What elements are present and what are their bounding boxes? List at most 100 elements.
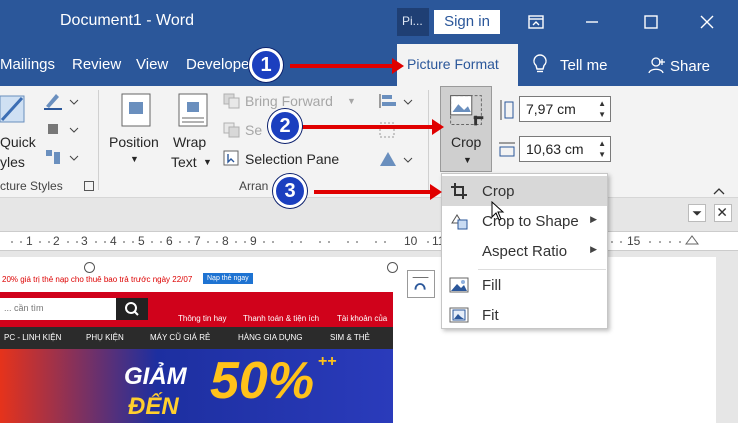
- picture-effects-icon[interactable]: [44, 120, 80, 138]
- promo-button: Nạp thẻ ngay: [203, 273, 253, 284]
- crop-label: Crop: [451, 134, 482, 150]
- title-bar: Document1 - Word Pi... Sign in: [0, 0, 738, 44]
- sign-in-button[interactable]: Sign in: [434, 10, 500, 34]
- category-item: HÀNG GIA DỤNG: [238, 333, 303, 342]
- ruler-number: 8: [222, 234, 229, 248]
- callout-badge: 2: [268, 109, 302, 143]
- menu-item-crop[interactable]: Crop: [442, 176, 607, 206]
- menu-item-crop-to-shape[interactable]: Crop to Shape ▶: [442, 206, 607, 236]
- ribbon-body: Quick yles cture Styles Position ▼ Wrap …: [0, 86, 738, 198]
- category-item: PHỤ KIỆN: [86, 333, 124, 342]
- callout-arrow: [314, 184, 442, 200]
- picture-tools-tab[interactable]: Pi...: [397, 8, 429, 36]
- person-add-icon: [648, 57, 665, 74]
- rotate-icon[interactable]: [378, 150, 414, 168]
- send-backward-icon: [223, 122, 241, 138]
- picture-border-icon[interactable]: [44, 92, 80, 110]
- menu-item-aspect-ratio[interactable]: Aspect Ratio ▶: [442, 236, 607, 266]
- banner-giam: GIẢM: [124, 363, 187, 390]
- menu-item-label: Fit: [482, 307, 499, 324]
- tab-developer[interactable]: Develope: [186, 56, 249, 73]
- position-label: Position: [109, 134, 159, 150]
- maximize-icon[interactable]: [637, 8, 665, 36]
- mouse-cursor-icon: [491, 201, 505, 221]
- width-value: 10,63 cm: [526, 141, 584, 157]
- quick-styles-label: Quick: [0, 134, 36, 150]
- spin-down-icon[interactable]: ▼: [598, 150, 606, 159]
- category-item: MÁY CŨ GIÁ RẺ: [150, 333, 211, 342]
- horizontal-ruler[interactable]: 1 2 3 4 5 6 7 8 9 10 11 15: [0, 231, 738, 251]
- layout-options-icon[interactable]: [407, 270, 435, 298]
- wrap-label: Wrap: [173, 134, 207, 150]
- category-item: PC - LINH KIỆN: [4, 333, 62, 342]
- inserted-picture[interactable]: 20% giá trị thẻ nạp cho thuê bao trả trư…: [0, 268, 393, 423]
- window-title: Document1 - Word: [60, 12, 194, 29]
- promo-strip: 20% giá trị thẻ nạp cho thuê bao trả trư…: [0, 268, 393, 292]
- resize-handle[interactable]: [387, 262, 398, 273]
- share-button[interactable]: Share: [648, 56, 710, 75]
- resize-handle[interactable]: [84, 262, 95, 273]
- picture-layout-icon[interactable]: [44, 148, 80, 166]
- promo-text: 20% giá trị thẻ nạp cho thuê bao trả trư…: [2, 275, 193, 284]
- spin-down-icon[interactable]: ▼: [598, 110, 606, 119]
- arrange-group-label: Arran: [239, 179, 269, 193]
- wrap-text-label: Text: [171, 154, 197, 170]
- width-icon: [497, 140, 517, 160]
- group-icon[interactable]: [378, 121, 414, 139]
- banner-percent: 50%: [210, 352, 315, 410]
- close-icon[interactable]: [693, 8, 721, 36]
- promo-banner: GIẢM ĐẾN 50% ++: [0, 349, 393, 423]
- menu-item-fit[interactable]: Fit: [442, 300, 607, 330]
- tell-me-search[interactable]: Tell me: [532, 54, 608, 74]
- ruler-number: 5: [138, 234, 145, 248]
- quick-styles-gallery-icon[interactable]: [0, 92, 30, 128]
- height-icon: [497, 98, 515, 122]
- banner-den: ĐẾN: [128, 393, 179, 420]
- menu-item-fill[interactable]: Fill: [442, 270, 607, 300]
- menu-item-label: Crop: [482, 183, 515, 200]
- chevron-right-icon: ▶: [590, 244, 597, 254]
- banner-plus: ++: [318, 353, 337, 370]
- ruler-number: 9: [250, 234, 257, 248]
- pane-options-icon[interactable]: [688, 204, 706, 222]
- send-backward-button[interactable]: Se: [245, 122, 262, 138]
- callout-badge: 3: [273, 174, 307, 208]
- tab-mailings[interactable]: Mailings: [0, 56, 55, 73]
- separator: [428, 90, 429, 190]
- bring-forward-button[interactable]: Bring Forward: [245, 93, 333, 109]
- wrap-text-icon[interactable]: [177, 92, 209, 128]
- dialog-launcher-icon[interactable]: [84, 181, 94, 191]
- ribbon-display-options-icon[interactable]: [522, 8, 550, 36]
- minimize-icon[interactable]: [578, 8, 606, 36]
- spin-up-icon[interactable]: ▲: [598, 99, 606, 108]
- chevron-down-icon: ▼: [130, 154, 139, 164]
- share-label: Share: [670, 58, 711, 75]
- collapse-ribbon-icon[interactable]: [712, 183, 726, 195]
- chevron-down-icon: ▼: [347, 96, 356, 106]
- chevron-down-icon: ▼: [203, 157, 212, 167]
- crop-icon: [450, 95, 484, 126]
- tab-picture-format[interactable]: Picture Format: [397, 44, 518, 86]
- shapes-icon: [451, 214, 468, 230]
- lightbulb-icon: [533, 54, 547, 73]
- ruler-number: 15: [627, 234, 641, 248]
- tab-review[interactable]: Review: [72, 56, 121, 73]
- selection-pane-button[interactable]: Selection Pane: [245, 151, 339, 167]
- crop-menu: Crop Crop to Shape ▶ Aspect Ratio ▶ Fill…: [441, 173, 608, 329]
- bring-forward-icon: [223, 93, 241, 109]
- callout-badge: 1: [249, 48, 283, 82]
- ruler-number: 10: [404, 234, 418, 248]
- align-icon[interactable]: [378, 92, 414, 110]
- position-icon[interactable]: [120, 92, 152, 128]
- height-input[interactable]: 7,97 cm ▲ ▼: [519, 96, 611, 122]
- close-pane-icon[interactable]: [714, 204, 732, 222]
- crop-button[interactable]: Crop ▼: [440, 86, 492, 172]
- tell-me-label: Tell me: [560, 57, 608, 74]
- spin-up-icon[interactable]: ▲: [598, 139, 606, 148]
- callout-arrow: [300, 119, 444, 135]
- search-placeholder: ... cần tìm: [4, 303, 44, 313]
- header-link: Tài khoản của: [337, 314, 388, 323]
- tab-view[interactable]: View: [136, 56, 168, 73]
- chevron-down-icon: ▼: [463, 155, 472, 165]
- width-input[interactable]: 10,63 cm ▲ ▼: [519, 136, 611, 162]
